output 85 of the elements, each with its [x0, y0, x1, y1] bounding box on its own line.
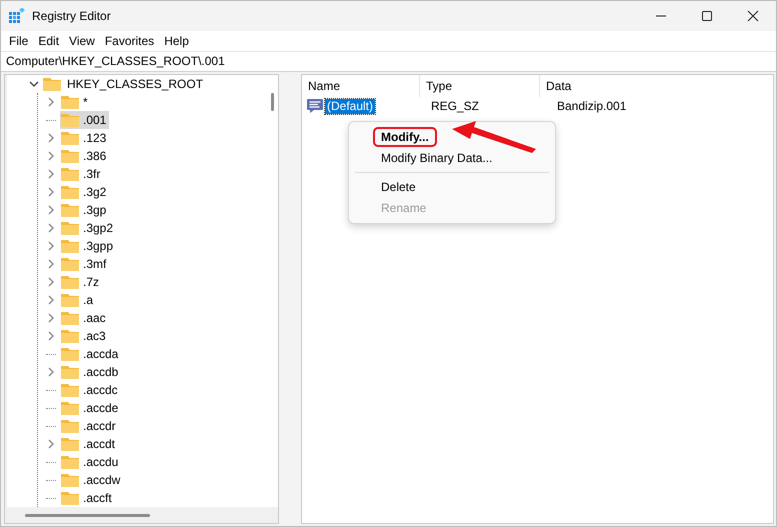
folder-icon — [61, 113, 79, 127]
folder-icon — [61, 185, 79, 199]
menu-item[interactable]: Modify Binary Data... — [375, 148, 498, 168]
tree-item[interactable]: .386 — [60, 147, 110, 165]
folder-icon — [61, 203, 79, 217]
folder-icon — [61, 401, 79, 415]
folder-icon — [61, 293, 79, 307]
chevron-right-icon[interactable] — [46, 241, 56, 251]
tree-item[interactable]: .3gpp — [60, 237, 116, 255]
tree-item[interactable]: .001 — [60, 111, 110, 129]
menu-item[interactable]: Delete — [375, 177, 422, 197]
registry-icon — [9, 8, 25, 24]
chevron-right-icon[interactable] — [46, 151, 56, 161]
tree-item[interactable]: .accdc — [60, 381, 121, 399]
table-cell[interactable]: (Default) — [325, 98, 376, 114]
folder-icon — [61, 311, 79, 325]
chevron-right-icon[interactable] — [46, 331, 56, 341]
menu-item[interactable]: Edit — [33, 34, 64, 48]
chevron-right-icon[interactable] — [46, 367, 56, 377]
chevron-right-icon[interactable] — [46, 277, 56, 287]
folder-icon — [61, 167, 79, 181]
folder-icon — [61, 383, 79, 397]
folder-icon — [61, 131, 79, 145]
folder-icon — [61, 239, 79, 253]
tree-item[interactable]: .accde — [60, 399, 122, 417]
folder-icon — [43, 77, 61, 91]
folder-icon — [61, 221, 79, 235]
tree-item[interactable]: .ac3 — [60, 327, 109, 345]
chevron-right-icon[interactable] — [46, 187, 56, 197]
chevron-down-icon[interactable] — [29, 79, 39, 89]
folder-icon — [61, 347, 79, 361]
chevron-right-icon[interactable] — [46, 439, 56, 449]
folder-icon — [61, 419, 79, 433]
menu-item[interactable]: Favorites — [100, 34, 160, 48]
folder-icon — [61, 329, 79, 343]
chevron-right-icon[interactable] — [46, 133, 56, 143]
window-title: Registry Editor — [32, 9, 111, 23]
address-field[interactable]: Computer\HKEY_CLASSES_ROOT\.001 — [1, 51, 776, 72]
tree-item[interactable]: .7z — [60, 273, 102, 291]
chevron-right-icon[interactable] — [46, 223, 56, 233]
arrow-icon — [452, 121, 538, 155]
chevron-right-icon[interactable] — [46, 169, 56, 179]
menu-item[interactable]: Modify... — [373, 127, 437, 147]
menu-item[interactable]: File — [4, 34, 34, 48]
column-header[interactable]: Name — [302, 75, 420, 97]
menu-item[interactable]: View — [64, 34, 100, 48]
string-value-icon — [307, 99, 323, 113]
folder-icon — [61, 455, 79, 469]
tree-item[interactable]: .accdu — [60, 453, 122, 471]
tree-item[interactable]: HKEY_CLASSES_ROOT — [67, 77, 204, 91]
folder-icon — [61, 491, 79, 505]
tree-item[interactable]: .accdb — [60, 363, 122, 381]
folder-icon — [61, 473, 79, 487]
tree-item[interactable]: .3gp — [60, 201, 110, 219]
scrollbar-thumb[interactable] — [25, 514, 150, 516]
folder-icon — [61, 275, 79, 289]
tree-item[interactable]: .accft — [60, 489, 115, 507]
table-cell-text: REG_SZ — [430, 99, 480, 113]
tree-item[interactable]: .a — [60, 291, 96, 309]
chevron-right-icon[interactable] — [46, 97, 56, 107]
chevron-right-icon[interactable] — [46, 205, 56, 215]
tree-item[interactable]: .3g2 — [60, 183, 110, 201]
tree-item[interactable]: .accdt — [60, 435, 118, 453]
column-header[interactable]: Type — [420, 75, 540, 97]
tree-item[interactable]: .3fr — [60, 165, 104, 183]
tree-item[interactable]: .3mf — [60, 255, 110, 273]
table-cell-text: Bandizip.001 — [556, 99, 628, 113]
tree-item[interactable]: .123 — [60, 129, 110, 147]
tree-item[interactable]: .aac — [60, 309, 109, 327]
folder-icon — [61, 149, 79, 163]
tree-item[interactable]: .accdw — [60, 471, 124, 489]
column-header[interactable]: Data — [540, 75, 773, 97]
chevron-right-icon[interactable] — [46, 259, 56, 269]
folder-icon — [61, 257, 79, 271]
tree-item[interactable]: * — [60, 93, 91, 111]
tree-item[interactable]: .accdr — [60, 417, 119, 435]
chevron-right-icon[interactable] — [46, 313, 56, 323]
folder-icon — [61, 95, 79, 109]
folder-icon — [61, 365, 79, 379]
menu-item[interactable]: Help — [159, 34, 194, 48]
tree-item[interactable]: .accda — [60, 345, 122, 363]
tree-item[interactable]: .3gp2 — [60, 219, 116, 237]
scrollbar-thumb[interactable] — [271, 93, 274, 111]
chevron-right-icon[interactable] — [46, 295, 56, 305]
folder-icon — [61, 437, 79, 451]
